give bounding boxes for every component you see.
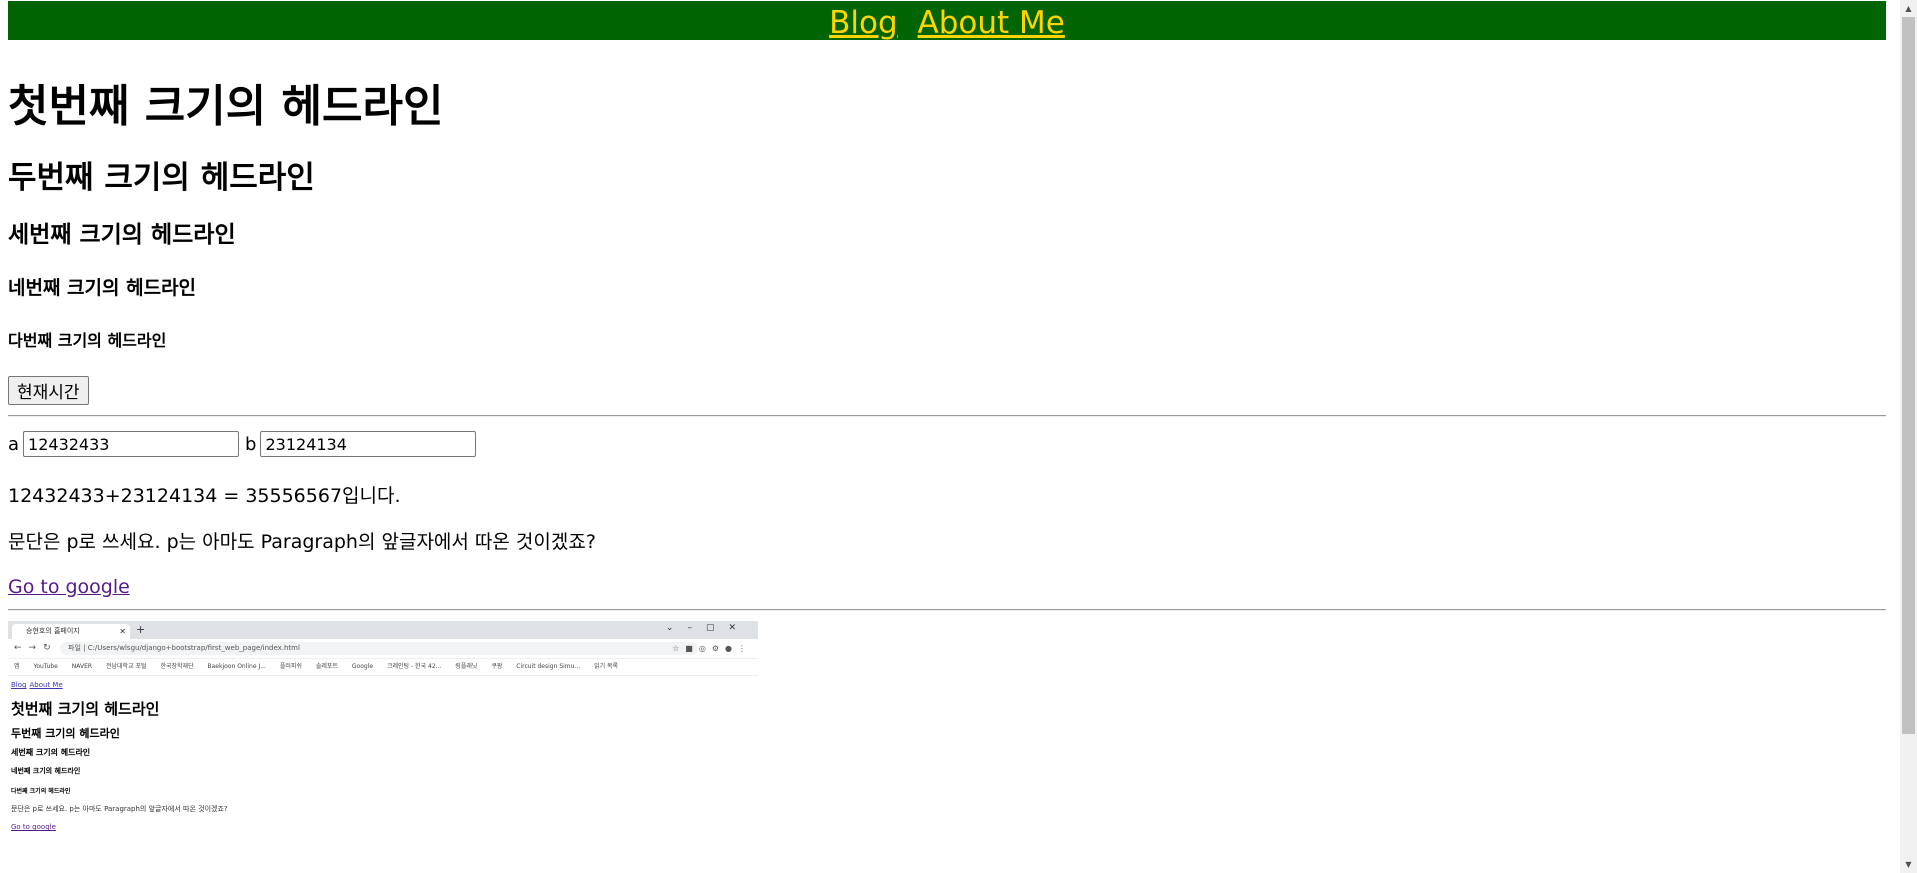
page-screenshot-image: 승현호의 홈페이지 ✕ + ⌄–▢✕ ←→↻ 파일 | C:/Users/wls… [8,621,758,871]
extensions-icon: ☆■◎⚙●⋮ [672,644,752,653]
shot-paragraph: 문단은 p로 쓰세요. p는 아마도 Paragraph의 앞글자에서 따온 것… [11,805,228,813]
window-controls-icon: ⌄–▢✕ [665,623,750,633]
bookmark-item: 한국장학재단 [160,663,194,670]
back-forward-reload-icon: ←→↻ [14,643,58,653]
a-input[interactable] [23,431,240,457]
bookmark-item: 플러피쉬 [279,663,302,670]
top-navbar: Blog About Me [8,1,1886,41]
heading-2: 두번째 크기의 헤드라인 [8,160,315,196]
vertical-scrollbar[interactable]: ▲ ▼ [1900,0,1917,873]
browser-tab: 승현호의 홈페이지 ✕ [12,624,130,639]
bookmark-item: 쿠팡 [491,663,503,670]
new-tab-icon: + [136,623,146,636]
scrollbar-thumb[interactable] [1902,17,1915,734]
bookmark-item: Circuit design Simu... [516,663,581,670]
nav-about-link[interactable]: About Me [918,5,1065,41]
url-field: 파일 | C:/Users/wlsgu/django+bootstrap/fir… [60,642,698,655]
bookmark-item: Baekjoon Online J... [207,663,266,670]
scroll-down-icon[interactable]: ▼ [1900,856,1917,873]
browser-address-bar: ←→↻ 파일 | C:/Users/wlsgu/django+bootstrap… [8,639,758,659]
paragraph-text: 문단은 p로 쓰세요. p는 아마도 Paragraph의 앞글자에서 따온 것… [8,531,596,553]
b-input[interactable] [260,431,477,457]
current-time-button[interactable]: 현재시간 [8,376,89,405]
shot-blog-link: Blog [11,681,27,689]
shot-heading-1: 첫번째 크기의 헤드라인 [11,700,160,718]
shot-heading-3: 세번째 크기의 헤드라인 [11,748,91,757]
heading-3: 세번째 크기의 헤드라인 [8,222,236,248]
shot-heading-4: 네번째 크기의 헤드라인 [11,767,81,775]
bookmark-item: 링플래닛 [455,663,478,670]
nav-blog-link[interactable]: Blog [829,5,898,41]
shot-google-link: Go to google [11,823,56,831]
bookmark-item: 크레인팅 - 한국 42... [387,663,442,670]
bookmark-item: 앱 [14,663,20,670]
browser-tab-bar: 승현호의 홈페이지 ✕ + ⌄–▢✕ [8,621,758,639]
heading-1: 첫번째 크기의 헤드라인 [8,81,444,132]
shot-nav: Blog About Me [11,681,66,689]
bookmark-item: YouTube [33,663,58,670]
a-label: a [8,433,20,455]
shot-heading-5: 다번째 크기의 헤드라인 [11,788,71,795]
bookmark-item: 솔레포트 [315,663,338,670]
close-icon: ✕ [119,627,126,636]
tab-title: 승현호의 홈페이지 [26,627,80,635]
bookmarks-bar: 앱 YouTube NAVER 전남대학교 포털 한국장학재단 Baekjoon… [8,659,758,676]
google-link[interactable]: Go to google [8,576,130,598]
b-label: b [245,433,257,455]
shot-heading-2: 두번째 크기의 헤드라인 [11,727,120,740]
shot-about-link: About Me [29,681,63,689]
bookmark-item: 읽기 목록 [594,663,619,670]
heading-5: 다번째 크기의 헤드라인 [8,331,167,350]
divider-bottom [8,609,1886,611]
heading-4: 네번째 크기의 헤드라인 [8,277,197,299]
bookmark-item: 전남대학교 포털 [105,663,147,670]
divider-top [8,415,1886,417]
scroll-up-icon[interactable]: ▲ [1900,0,1917,17]
bookmark-item: NAVER [71,663,93,670]
sum-result: 12432433+23124134 = 35556567입니다. [8,485,401,507]
bookmark-item: Google [351,663,374,670]
sum-calculator: ab [8,431,482,457]
